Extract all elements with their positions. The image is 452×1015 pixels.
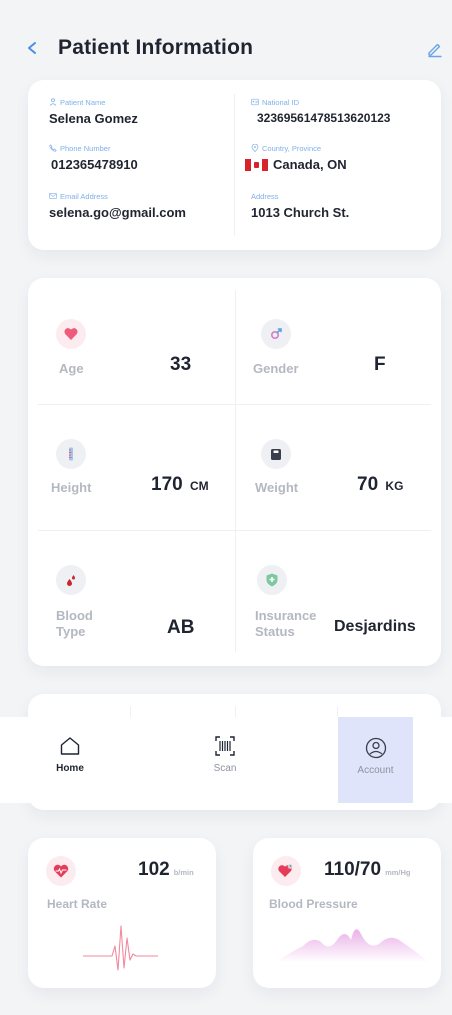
blood-pressure-value: 110/70 mm/Hg: [324, 859, 411, 881]
height-label: Height: [51, 480, 92, 495]
blood-pressure-icon: [271, 856, 301, 886]
blood-type-stat: Blood Type AB: [28, 530, 224, 650]
height-number: 170: [151, 474, 183, 495]
country-field: Country, Province Canada, ON: [245, 143, 347, 172]
heart-rate-waveform: [83, 925, 158, 971]
heart-rate-card[interactable]: 102 b/min Heart Rate: [28, 838, 216, 988]
edit-button[interactable]: [426, 40, 444, 58]
shield-icon: [257, 565, 287, 595]
address-label: Address: [251, 191, 279, 201]
gender-icon: [261, 319, 291, 349]
header: Patient Information: [0, 30, 452, 70]
gender-value: F: [374, 354, 386, 375]
patient-stats-card: Age 33 Gender F Height 170 CM Weight 70 …: [28, 278, 441, 666]
heart-icon: [56, 319, 86, 349]
height-unit: CM: [189, 479, 209, 493]
envelope-icon: [49, 193, 57, 199]
divider: [234, 94, 235, 236]
page-title: Patient Information: [58, 36, 254, 59]
nav-account-label: Account: [357, 765, 394, 776]
ruler-icon: [56, 439, 86, 469]
nav-scan[interactable]: Scan: [195, 717, 255, 803]
phone-icon: [49, 144, 57, 152]
phone-label: Phone Number: [60, 143, 111, 153]
age-value: 33: [170, 354, 192, 375]
patient-name-label: Patient Name: [60, 97, 106, 107]
insurance-stat: Insurance Status Desjardins: [235, 530, 431, 650]
id-card-icon: [251, 98, 259, 106]
address-field: Address 1013 Church St.: [251, 191, 350, 221]
height-stat: Height 170 CM: [28, 404, 224, 524]
phone-field: Phone Number 012365478910: [49, 143, 138, 172]
gender-label: Gender: [253, 361, 299, 376]
heart-rate-label: Heart Rate: [47, 897, 108, 911]
weight-stat: Weight 70 KG: [235, 404, 431, 524]
blood-pressure-wave: [276, 929, 429, 962]
country-label: Country, Province: [262, 143, 322, 153]
email-label: Email Address: [60, 191, 108, 201]
bottom-nav: Home Scan Account: [0, 717, 452, 803]
weight-number: 70: [357, 474, 379, 495]
user-circle-icon: [365, 737, 386, 759]
location-pin-icon: [251, 144, 259, 152]
weight-unit: KG: [385, 479, 404, 493]
weight-value: 70 KG: [357, 474, 403, 496]
heart-pulse-icon: [46, 856, 76, 886]
scale-icon: [261, 439, 291, 469]
blood-pressure-label: Blood Pressure: [269, 897, 358, 911]
insurance-value: Desjardins: [334, 618, 416, 635]
blood-pressure-card[interactable]: 110/70 mm/Hg Blood Pressure: [253, 838, 441, 988]
age-stat: Age 33: [28, 278, 224, 398]
weight-label: Weight: [255, 480, 299, 495]
blood-pressure-unit: mm/Hg: [385, 868, 411, 877]
height-value: 170 CM: [151, 474, 209, 496]
nav-account[interactable]: Account: [338, 717, 413, 803]
national-id-label: National ID: [262, 97, 300, 107]
email-value: selena.go@gmail.com: [49, 205, 186, 220]
insurance-label-line1: Insurance: [255, 608, 317, 623]
heart-rate-value: 102 b/min: [138, 859, 194, 881]
email-field: Email Address selena.go@gmail.com: [49, 191, 186, 221]
gender-stat: Gender F: [235, 278, 431, 398]
barcode-scan-icon: [215, 736, 235, 756]
blood-type-label-line2: Type: [56, 624, 86, 639]
insurance-label: Insurance Status: [255, 608, 316, 640]
nav-scan-label: Scan: [213, 763, 237, 774]
chevron-left-icon: [28, 42, 36, 54]
patient-name-value: Selena Gomez: [49, 111, 138, 126]
phone-value: 012365478910: [51, 157, 138, 172]
national-id-value: 32369561478513620123: [257, 111, 391, 125]
patient-name-field: Patient Name Selena Gomez: [49, 97, 138, 127]
patient-info-card: Patient Name Selena Gomez National ID 32…: [28, 80, 441, 250]
blood-type-label-line1: Blood: [56, 608, 93, 623]
blood-type-label: Blood Type: [56, 608, 93, 640]
nav-home-label: Home: [56, 763, 84, 774]
country-text: Canada, ON: [273, 157, 347, 172]
insurance-label-line2: Status: [255, 624, 295, 639]
pencil-icon: [428, 43, 442, 58]
home-icon: [60, 737, 80, 755]
blood-drop-icon: [56, 565, 86, 595]
nav-home[interactable]: Home: [40, 717, 100, 803]
canada-flag-icon: [245, 158, 268, 171]
national-id-field: National ID 32369561478513620123: [251, 97, 390, 125]
address-value: 1013 Church St.: [251, 205, 350, 220]
heart-rate-number: 102: [138, 859, 170, 880]
heart-rate-unit: b/min: [173, 868, 194, 877]
blood-type-value: AB: [167, 617, 195, 638]
back-button[interactable]: [22, 36, 42, 60]
blood-pressure-number: 110/70: [324, 859, 382, 880]
age-label: Age: [59, 361, 84, 376]
country-value: Canada, ON: [245, 157, 347, 172]
person-icon: [49, 98, 57, 106]
